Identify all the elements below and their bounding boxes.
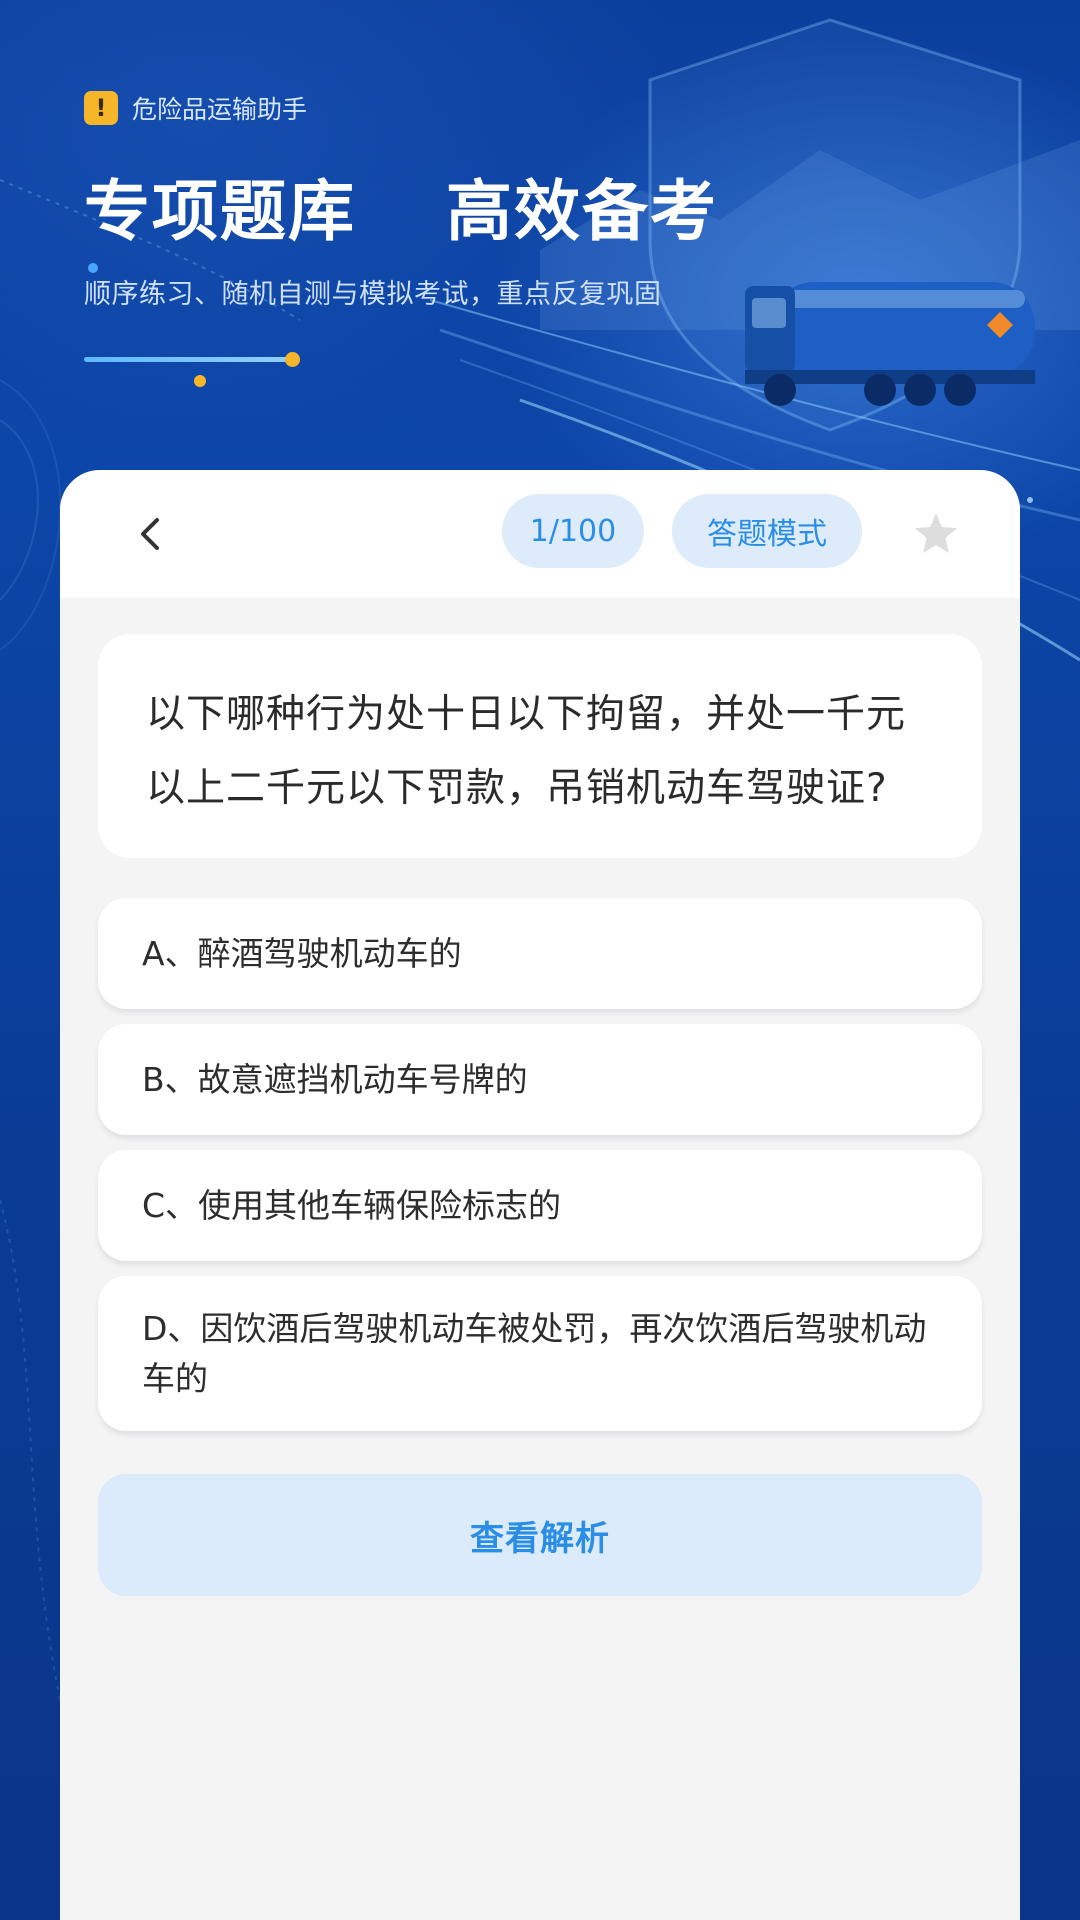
view-analysis-button[interactable]: 查看解析 xyxy=(98,1474,982,1596)
hero-accent-line xyxy=(84,357,292,362)
progress-badge: 1/100 xyxy=(502,494,644,568)
quiz-card: 1/100 答题模式 以下哪种行为处十日以下拘留，并处一千元以上二千元以下罚款，… xyxy=(60,470,1020,1920)
chevron-left-icon xyxy=(141,518,159,550)
question-text: 以下哪种行为处十日以下拘留，并处一千元以上二千元以下罚款，吊销机动车驾驶证? xyxy=(146,692,907,811)
mode-toggle-button[interactable]: 答题模式 xyxy=(672,494,862,568)
option-c[interactable]: C、使用其他车辆保险标志的 xyxy=(98,1150,982,1261)
quiz-toolbar: 1/100 答题模式 xyxy=(60,470,1020,598)
option-a[interactable]: A、醉酒驾驶机动车的 xyxy=(98,898,982,1009)
hero-title: 专项题库 高效备考 xyxy=(84,173,718,250)
question-box: 以下哪种行为处十日以下拘留，并处一千元以上二千元以下罚款，吊销机动车驾驶证? xyxy=(98,634,982,858)
star-icon xyxy=(915,513,957,553)
app-name: 危险品运输助手 xyxy=(132,95,308,124)
hero-accent-dot xyxy=(285,352,300,367)
option-b[interactable]: B、故意遮挡机动车号牌的 xyxy=(98,1024,982,1135)
warning-icon: ! xyxy=(84,91,118,125)
option-d[interactable]: D、因饮酒后驾驶机动车被处罚，再次饮酒后驾驶机动车的 xyxy=(98,1276,982,1431)
hero-subtitle: 顺序练习、随机自测与模拟考试，重点反复巩固 xyxy=(84,279,662,310)
favorite-button[interactable] xyxy=(908,506,964,562)
back-button[interactable] xyxy=(122,506,178,562)
app-tag: ! 危险品运输助手 xyxy=(84,90,307,126)
